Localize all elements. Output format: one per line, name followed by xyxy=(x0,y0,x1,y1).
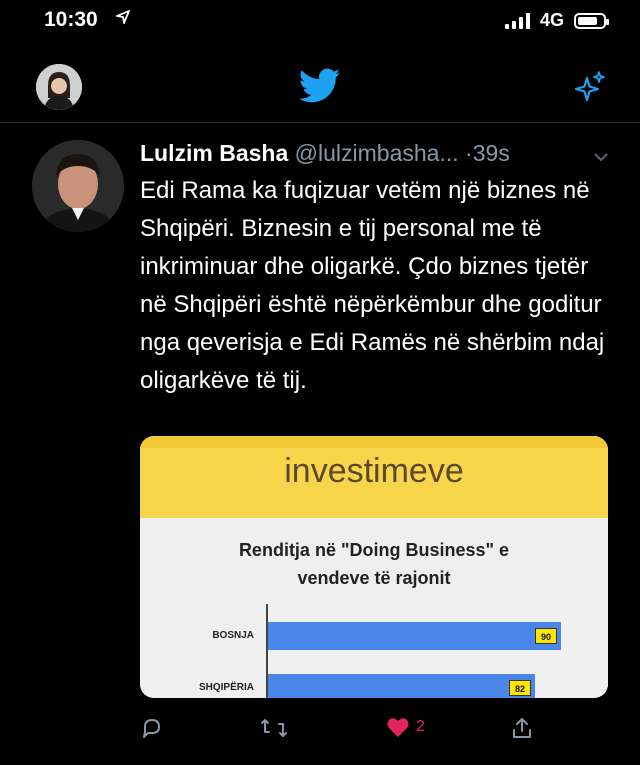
sparkle-icon[interactable] xyxy=(572,70,608,111)
share-button[interactable] xyxy=(510,716,534,740)
network-label: 4G xyxy=(539,10,564,30)
like-button[interactable]: 2 xyxy=(386,716,425,738)
tweet[interactable]: Lulzim Basha @lulzimbasha... ·39s Edi Ra… xyxy=(0,124,640,765)
chart-bar-label: BOSNJA xyxy=(212,630,254,641)
status-time: 10:30 xyxy=(44,8,98,31)
tweet-media[interactable]: investimeve Renditja në "Doing Business"… xyxy=(140,436,608,698)
twitter-bird-icon xyxy=(298,68,341,109)
chart-bar xyxy=(268,622,561,650)
chart-bar-value: 82 xyxy=(509,680,531,696)
author-avatar[interactable] xyxy=(32,140,124,232)
tweet-text: Edi Rama ka fuqizuar vetëm një biznes në… xyxy=(140,177,605,394)
like-count: 2 xyxy=(416,718,425,735)
media-banner-strip xyxy=(140,436,608,448)
share-icon xyxy=(513,718,531,738)
chart-title-line1: Renditja në "Doing Business" e xyxy=(238,540,510,560)
profile-avatar[interactable] xyxy=(36,64,82,110)
status-bar: 10:30 4G xyxy=(0,0,640,44)
reply-button[interactable] xyxy=(140,716,164,740)
author-name[interactable]: Lulzim Basha xyxy=(140,140,288,166)
retweet-button[interactable] xyxy=(260,716,288,740)
chevron-down-icon[interactable] xyxy=(592,150,610,168)
location-arrow-icon xyxy=(116,10,130,29)
signal-icon xyxy=(504,12,530,29)
media-heading: investimeve xyxy=(284,452,464,490)
chart-bar-label: SHQIPËRIA xyxy=(198,682,254,693)
chart-bar-value: 90 xyxy=(535,628,557,644)
top-nav xyxy=(0,52,640,123)
heart-icon xyxy=(387,718,409,737)
tweet-actions: 2 xyxy=(140,716,560,746)
tweet-header: Lulzim Basha @lulzimbasha... ·39s xyxy=(140,140,620,167)
retweet-icon xyxy=(261,719,287,737)
author-handle[interactable]: @lulzimbasha... xyxy=(295,140,459,166)
reply-icon xyxy=(143,719,160,738)
separator-dot: · xyxy=(458,140,473,166)
chart-title: Renditja në "Doing Business" e vendeve t… xyxy=(140,536,608,592)
battery-icon xyxy=(574,12,609,29)
tweet-timestamp: 39s xyxy=(472,140,510,166)
chart-title-line2: vendeve të rajonit xyxy=(297,568,451,588)
chart-bar xyxy=(268,674,535,698)
